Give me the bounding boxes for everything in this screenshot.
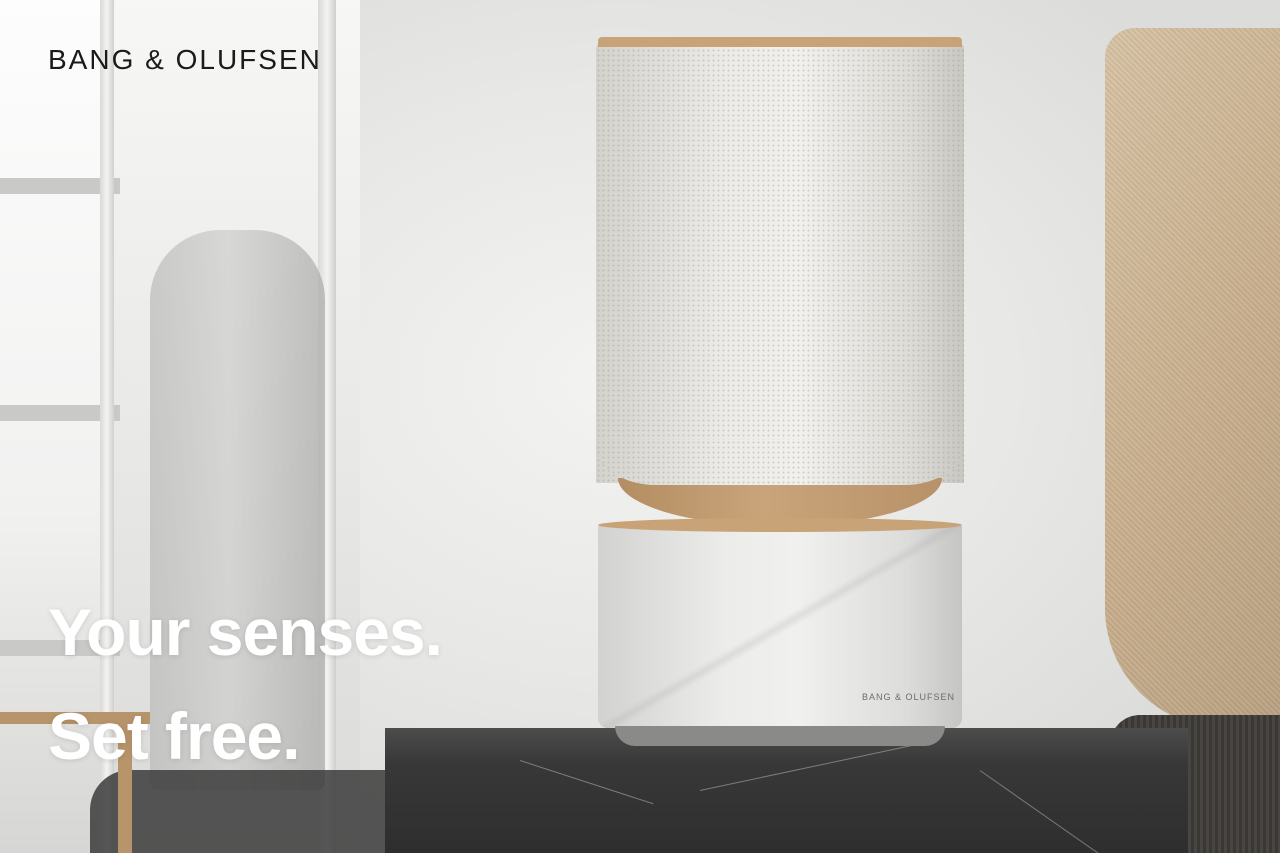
brand-logo[interactable]: BANG & OLUFSEN (48, 44, 322, 76)
headline-line-1: Your senses. (48, 595, 443, 669)
hero-banner: BANG & OLUFSEN BANG & OLUFSEN Your sense… (0, 0, 1280, 853)
speaker-brand-badge: BANG & OLUFSEN (862, 692, 956, 702)
speaker-plinth-rim (598, 518, 962, 532)
speaker-wood-cap (598, 37, 962, 47)
hero-headline: Your senses. Set free. (48, 580, 443, 788)
speaker-fabric-bottom (596, 440, 964, 485)
headline-line-2: Set free. (48, 699, 300, 773)
speaker-foot (615, 726, 945, 746)
speaker-fabric-body (596, 43, 964, 483)
cushion (1105, 28, 1280, 728)
